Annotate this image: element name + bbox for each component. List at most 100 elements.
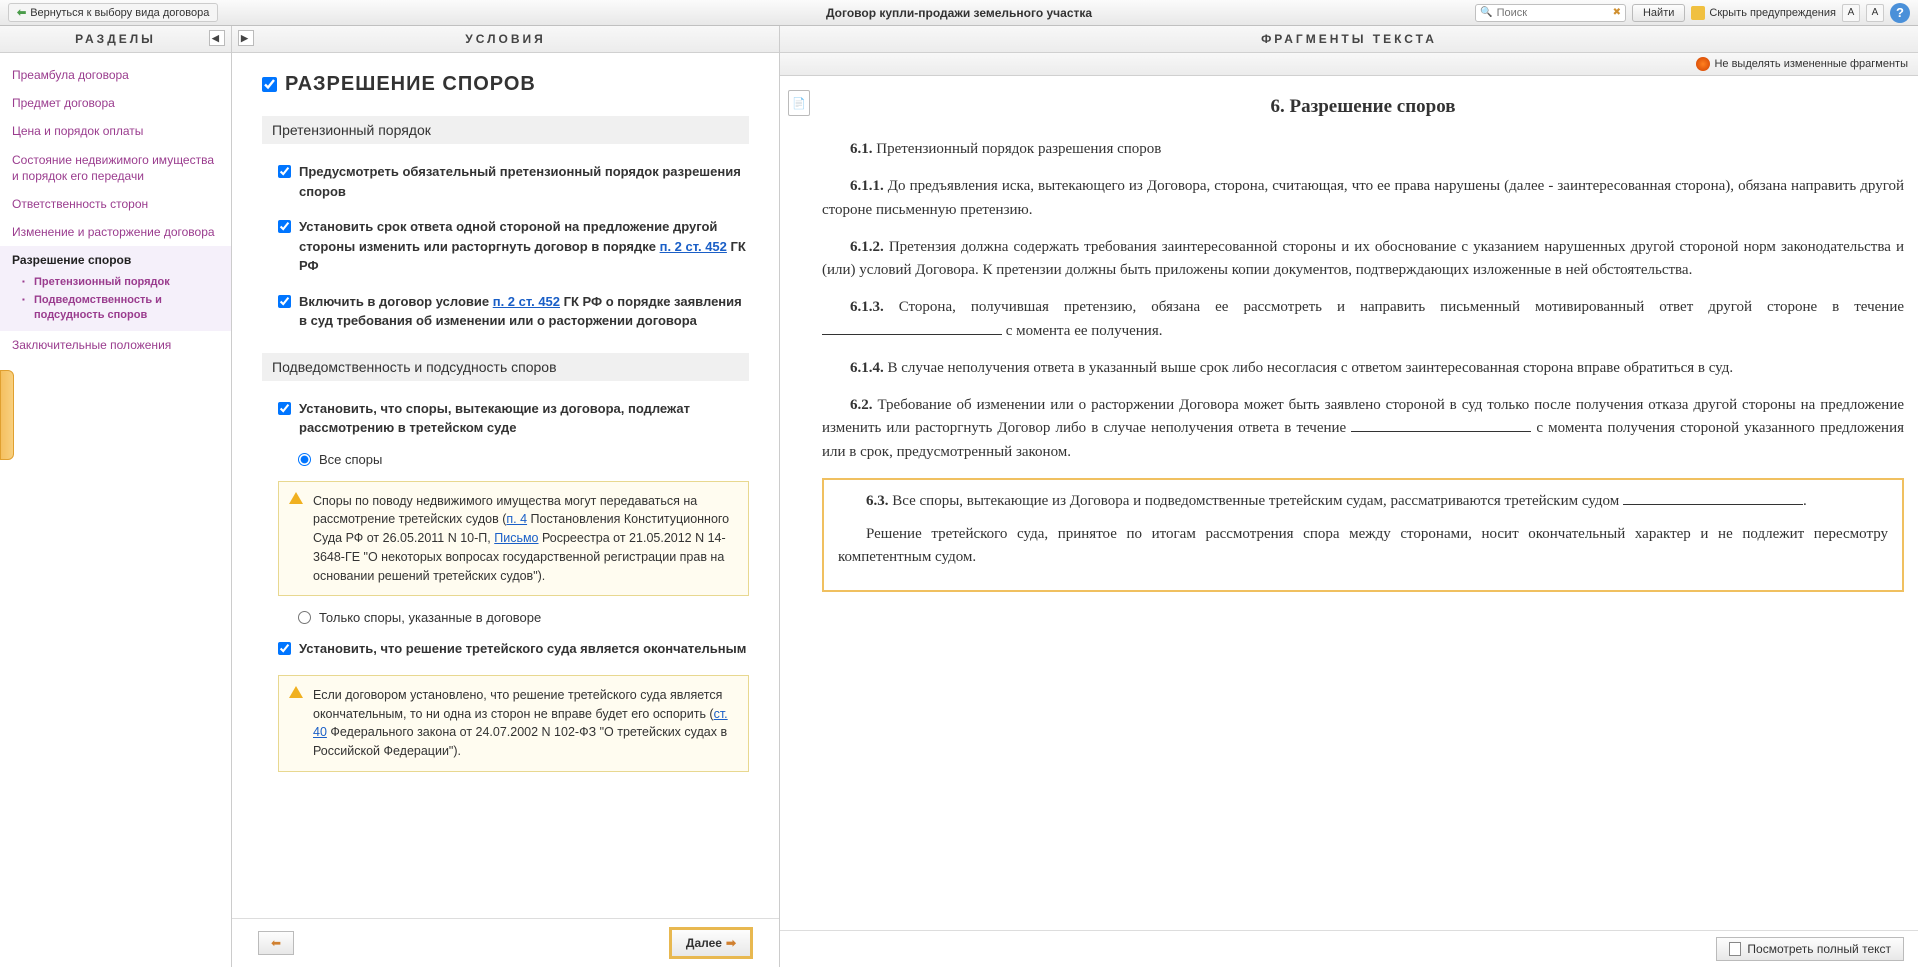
font-size-decrease-button[interactable]: A <box>1842 4 1860 22</box>
expand-conditions-button[interactable]: ▶ <box>238 30 254 46</box>
subsection-jurisdiction: Подведомственность и подсудность споров <box>262 353 749 381</box>
document-side-icon[interactable]: 📄 <box>788 90 810 116</box>
sidebar-body: Преамбула договора Предмет договора Цена… <box>0 53 231 367</box>
checkbox-claim-procedure[interactable] <box>278 165 291 178</box>
check-label: Установить, что решение третейского суда… <box>299 639 746 659</box>
clear-search-icon[interactable]: ✖ <box>1613 7 1621 18</box>
sidebar-item-liability[interactable]: Ответственность сторон <box>12 190 219 218</box>
radio-label: Только споры, указанные в договоре <box>319 610 541 625</box>
sidebar-sub-jurisdiction[interactable]: Подведомственность и подсудность споров <box>22 291 219 325</box>
fragments-panel: ФРАГМЕНТЫ ТЕКСТА Не выделять измененные … <box>780 26 1918 967</box>
collapse-sidebar-button[interactable]: ◀ <box>209 30 225 46</box>
arrow-left-icon: ⬅ <box>271 936 281 950</box>
sidebar-header-label: РАЗДЕЛЫ <box>75 32 156 46</box>
radio-all-disputes[interactable] <box>298 453 311 466</box>
back-button[interactable]: ⬅ Вернуться к выбору вида договора <box>8 3 218 22</box>
subsection-claim: Претензионный порядок <box>262 116 749 144</box>
sidebar-sub-claim[interactable]: Претензионный порядок <box>22 273 219 292</box>
main-layout: РАЗДЕЛЫ ◀ Преамбула договора Предмет дог… <box>0 26 1918 967</box>
check-label: Установить, что споры, вытекающие из дог… <box>299 399 749 438</box>
document-title: Договор купли-продажи земельного участка <box>826 6 1092 20</box>
warning-triangle-icon <box>289 492 303 504</box>
font-size-increase-button[interactable]: A <box>1866 4 1884 22</box>
search-box: 🔍 ✖ <box>1475 4 1626 22</box>
law-link[interactable]: п. 2 ст. 452 <box>493 294 560 309</box>
prev-button[interactable]: ⬅ <box>258 931 294 955</box>
next-button[interactable]: Далее ➡ <box>669 927 753 959</box>
check-item-4: Установить, что споры, вытекающие из дог… <box>262 391 749 446</box>
search-input[interactable] <box>1493 5 1613 21</box>
conditions-body: РАЗРЕШЕНИЕ СПОРОВ Претензионный порядок … <box>232 53 779 918</box>
blank-field <box>1351 431 1531 432</box>
find-button[interactable]: Найти <box>1632 4 1685 22</box>
para-6-1: 6.1. Претензионный порядок разрешения сп… <box>822 138 1904 161</box>
sidebar-item-final[interactable]: Заключительные положения <box>12 331 219 359</box>
arrow-right-icon: ➡ <box>726 936 736 950</box>
check-label: Включить в договор условие п. 2 ст. 452 … <box>299 292 749 331</box>
sidebar-item-termination[interactable]: Изменение и расторжение договора <box>12 218 219 246</box>
section-title: РАЗРЕШЕНИЕ СПОРОВ <box>262 73 749 96</box>
checkbox-arbitration[interactable] <box>278 402 291 415</box>
top-toolbar: ⬅ Вернуться к выбору вида договора Догов… <box>0 0 1918 26</box>
warning-triangle-icon <box>289 686 303 698</box>
para-6-3-cont: Решение третейского суда, принятое по ит… <box>838 523 1888 570</box>
checkbox-final-decision[interactable] <box>278 642 291 655</box>
check-item-3: Включить в договор условие п. 2 ст. 452 … <box>262 284 749 339</box>
radio-specified-disputes[interactable] <box>298 611 311 624</box>
radio-item-specified: Только споры, указанные в договоре <box>262 604 749 631</box>
sidebar-header: РАЗДЕЛЫ ◀ <box>0 26 231 53</box>
full-text-button[interactable]: Посмотреть полный текст <box>1716 937 1904 961</box>
hide-warnings-label: Скрыть предупреждения <box>1709 7 1836 19</box>
para-6-2: 6.2. Требование об изменении или о расто… <box>822 394 1904 464</box>
next-label: Далее <box>686 936 722 950</box>
sidebar-item-preamble[interactable]: Преамбула договора <box>12 61 219 89</box>
blank-field <box>1623 504 1803 505</box>
help-button[interactable]: ? <box>1890 3 1910 23</box>
fragments-body: 📄 6. Разрешение споров 6.1. Претензионны… <box>780 76 1918 930</box>
conditions-panel: УСЛОВИЯ ▶ РАЗРЕШЕНИЕ СПОРОВ Претензионны… <box>232 26 780 967</box>
sidebar-item-property-state[interactable]: Состояние недвижимого имущества и порядо… <box>12 146 219 190</box>
conditions-header-label: УСЛОВИЯ <box>465 32 546 46</box>
toolbar-right: 🔍 ✖ Найти Скрыть предупреждения A A ? <box>1475 3 1910 23</box>
sidebar-panel: РАЗДЕЛЫ ◀ Преамбула договора Предмет дог… <box>0 26 232 967</box>
law-link[interactable]: Письмо <box>494 531 538 545</box>
checkbox-court-procedure[interactable] <box>278 295 291 308</box>
para-6-1-4: 6.1.4. В случае неполучения ответа в ука… <box>822 357 1904 380</box>
section-checkbox[interactable] <box>262 77 277 92</box>
back-label: Вернуться к выбору вида договора <box>30 7 209 19</box>
conditions-header: УСЛОВИЯ ▶ <box>232 26 779 53</box>
highlighted-block: 6.3. Все споры, вытекающие из Договора и… <box>822 478 1904 592</box>
arrow-left-icon: ⬅ <box>17 6 26 19</box>
check-item-1: Предусмотреть обязательный претензионный… <box>262 154 749 209</box>
search-icon: 🔍 <box>1480 7 1492 18</box>
warning-box-arbitration: Споры по поводу недвижимого имущества мо… <box>278 481 749 597</box>
fragment-title: 6. Разрешение споров <box>822 96 1904 118</box>
check-item-2: Установить срок ответа одной стороной на… <box>262 209 749 284</box>
left-edge-tab[interactable] <box>0 370 14 460</box>
toggle-highlight-button[interactable]: Не выделять измененные фрагменты <box>1696 57 1908 71</box>
check-label: Установить срок ответа одной стороной на… <box>299 217 749 276</box>
blank-field <box>822 334 1002 335</box>
check-label: Предусмотреть обязательный претензионный… <box>299 162 749 201</box>
fire-icon <box>1696 57 1710 71</box>
radio-item-all: Все споры <box>262 446 749 473</box>
para-6-1-1: 6.1.1. До предъявления иска, вытекающего… <box>822 175 1904 222</box>
para-6-1-2: 6.1.2. Претензия должна содержать требов… <box>822 236 1904 283</box>
sidebar-sublist: Претензионный порядок Подведомственность… <box>12 273 219 326</box>
document-icon <box>1729 942 1741 956</box>
checkbox-response-time[interactable] <box>278 220 291 233</box>
sidebar-item-disputes[interactable]: Разрешение споров Претензионный порядок … <box>0 246 231 331</box>
warning-icon <box>1691 6 1705 20</box>
law-link[interactable]: п. 4 <box>506 512 527 526</box>
section-title-label: РАЗРЕШЕНИЕ СПОРОВ <box>285 73 536 96</box>
law-link[interactable]: п. 2 ст. 452 <box>660 239 727 254</box>
fragments-footer: Посмотреть полный текст <box>780 930 1918 967</box>
sidebar-item-price[interactable]: Цена и порядок оплаты <box>12 117 219 145</box>
para-6-1-3: 6.1.3. Сторона, получившая претензию, об… <box>822 296 1904 343</box>
check-item-5: Установить, что решение третейского суда… <box>262 631 749 667</box>
warning-box-final: Если договором установлено, что решение … <box>278 675 749 772</box>
sidebar-item-subject[interactable]: Предмет договора <box>12 89 219 117</box>
full-text-label: Посмотреть полный текст <box>1747 942 1891 956</box>
fragments-toolbar: Не выделять измененные фрагменты <box>780 53 1918 76</box>
hide-warnings-button[interactable]: Скрыть предупреждения <box>1691 6 1836 20</box>
